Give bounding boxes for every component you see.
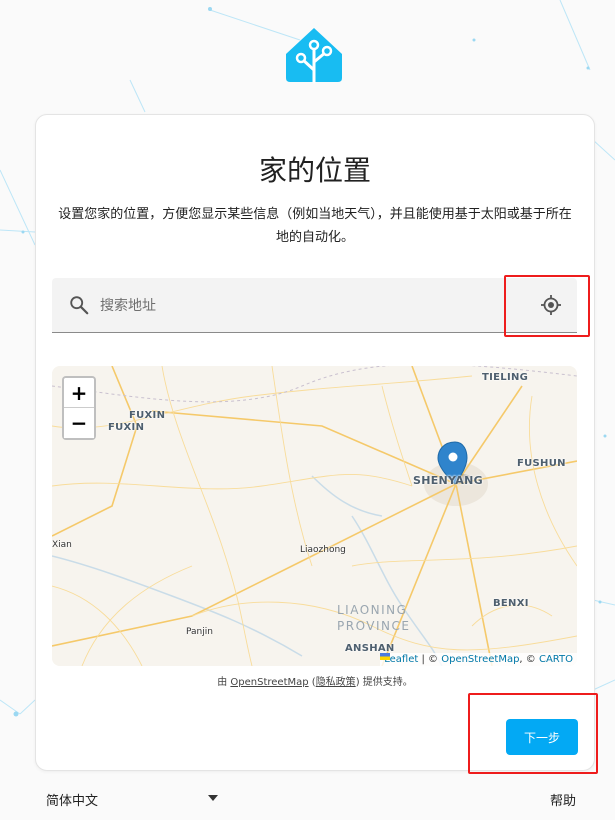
map-label-shenyang: SHENYANG <box>413 474 483 487</box>
onboarding-page: 家的位置 设置您家的位置，方便您显示某些信息（例如当地天气），并且能使用基于太阳… <box>0 0 615 820</box>
carto-link[interactable]: CARTO <box>539 654 573 665</box>
map-label-xian: Xian <box>52 540 72 550</box>
location-map[interactable]: + − TIELING FUXIN FUXIN FUSHUN SHENYANG … <box>52 366 577 666</box>
address-search-field <box>52 278 577 333</box>
map-region-label-line1: LIAONING <box>337 603 408 617</box>
map-label-panjin: Panjin <box>186 627 213 637</box>
provider-suffix: ) 提供支持。 <box>355 677 413 688</box>
map-attribution: Leaflet | © OpenStreetMap, © CARTO <box>380 653 577 666</box>
language-selector[interactable]: 简体中文 <box>46 790 218 810</box>
map-zoom-control: + − <box>62 376 96 440</box>
zoom-in-button[interactable]: + <box>64 378 94 408</box>
geocoding-provider-note: 由 OpenStreetMap (隐私政策) 提供支持。 <box>36 673 594 688</box>
attribution-separator-1: | © <box>418 654 442 665</box>
provider-prefix: 由 <box>217 677 231 688</box>
highlight-box-location-button <box>504 275 590 337</box>
map-label-fuxin: FUXIN <box>129 410 166 421</box>
zoom-out-button[interactable]: − <box>64 408 94 438</box>
provider-open-paren: ( <box>308 677 316 688</box>
map-label-benxi: BENXI <box>493 598 529 609</box>
map-label-fuxin-2: FUXIN <box>108 422 145 433</box>
openstreetmap-attribution-link[interactable]: OpenStreetMap <box>441 654 519 665</box>
language-selector-value: 简体中文 <box>46 794 99 809</box>
help-link[interactable]: 帮助 <box>550 790 576 809</box>
location-card: 家的位置 设置您家的位置，方便您显示某些信息（例如当地天气），并且能使用基于太阳… <box>35 114 595 771</box>
highlight-box-next-button <box>468 693 598 774</box>
map-region-label-line2: PROVINCE <box>337 619 411 633</box>
search-icon <box>70 296 89 315</box>
home-assistant-logo-icon <box>286 28 342 84</box>
page-description: 设置您家的位置，方便您显示某些信息（例如当地天气），并且能使用基于太阳或基于所在… <box>58 207 572 245</box>
openstreetmap-provider-link[interactable]: OpenStreetMap <box>230 677 308 688</box>
map-label-fushun: FUSHUN <box>517 458 566 469</box>
privacy-policy-link[interactable]: 隐私政策 <box>316 677 356 688</box>
dropdown-arrow-icon <box>208 795 218 801</box>
map-label-liaozhong: Liaozhong <box>300 545 346 555</box>
page-title: 家的位置 <box>258 154 371 187</box>
attribution-separator-2: , © <box>519 654 539 665</box>
ukraine-flag-icon <box>380 653 391 660</box>
map-label-tieling: TIELING <box>482 372 529 383</box>
search-input[interactable] <box>98 290 492 322</box>
